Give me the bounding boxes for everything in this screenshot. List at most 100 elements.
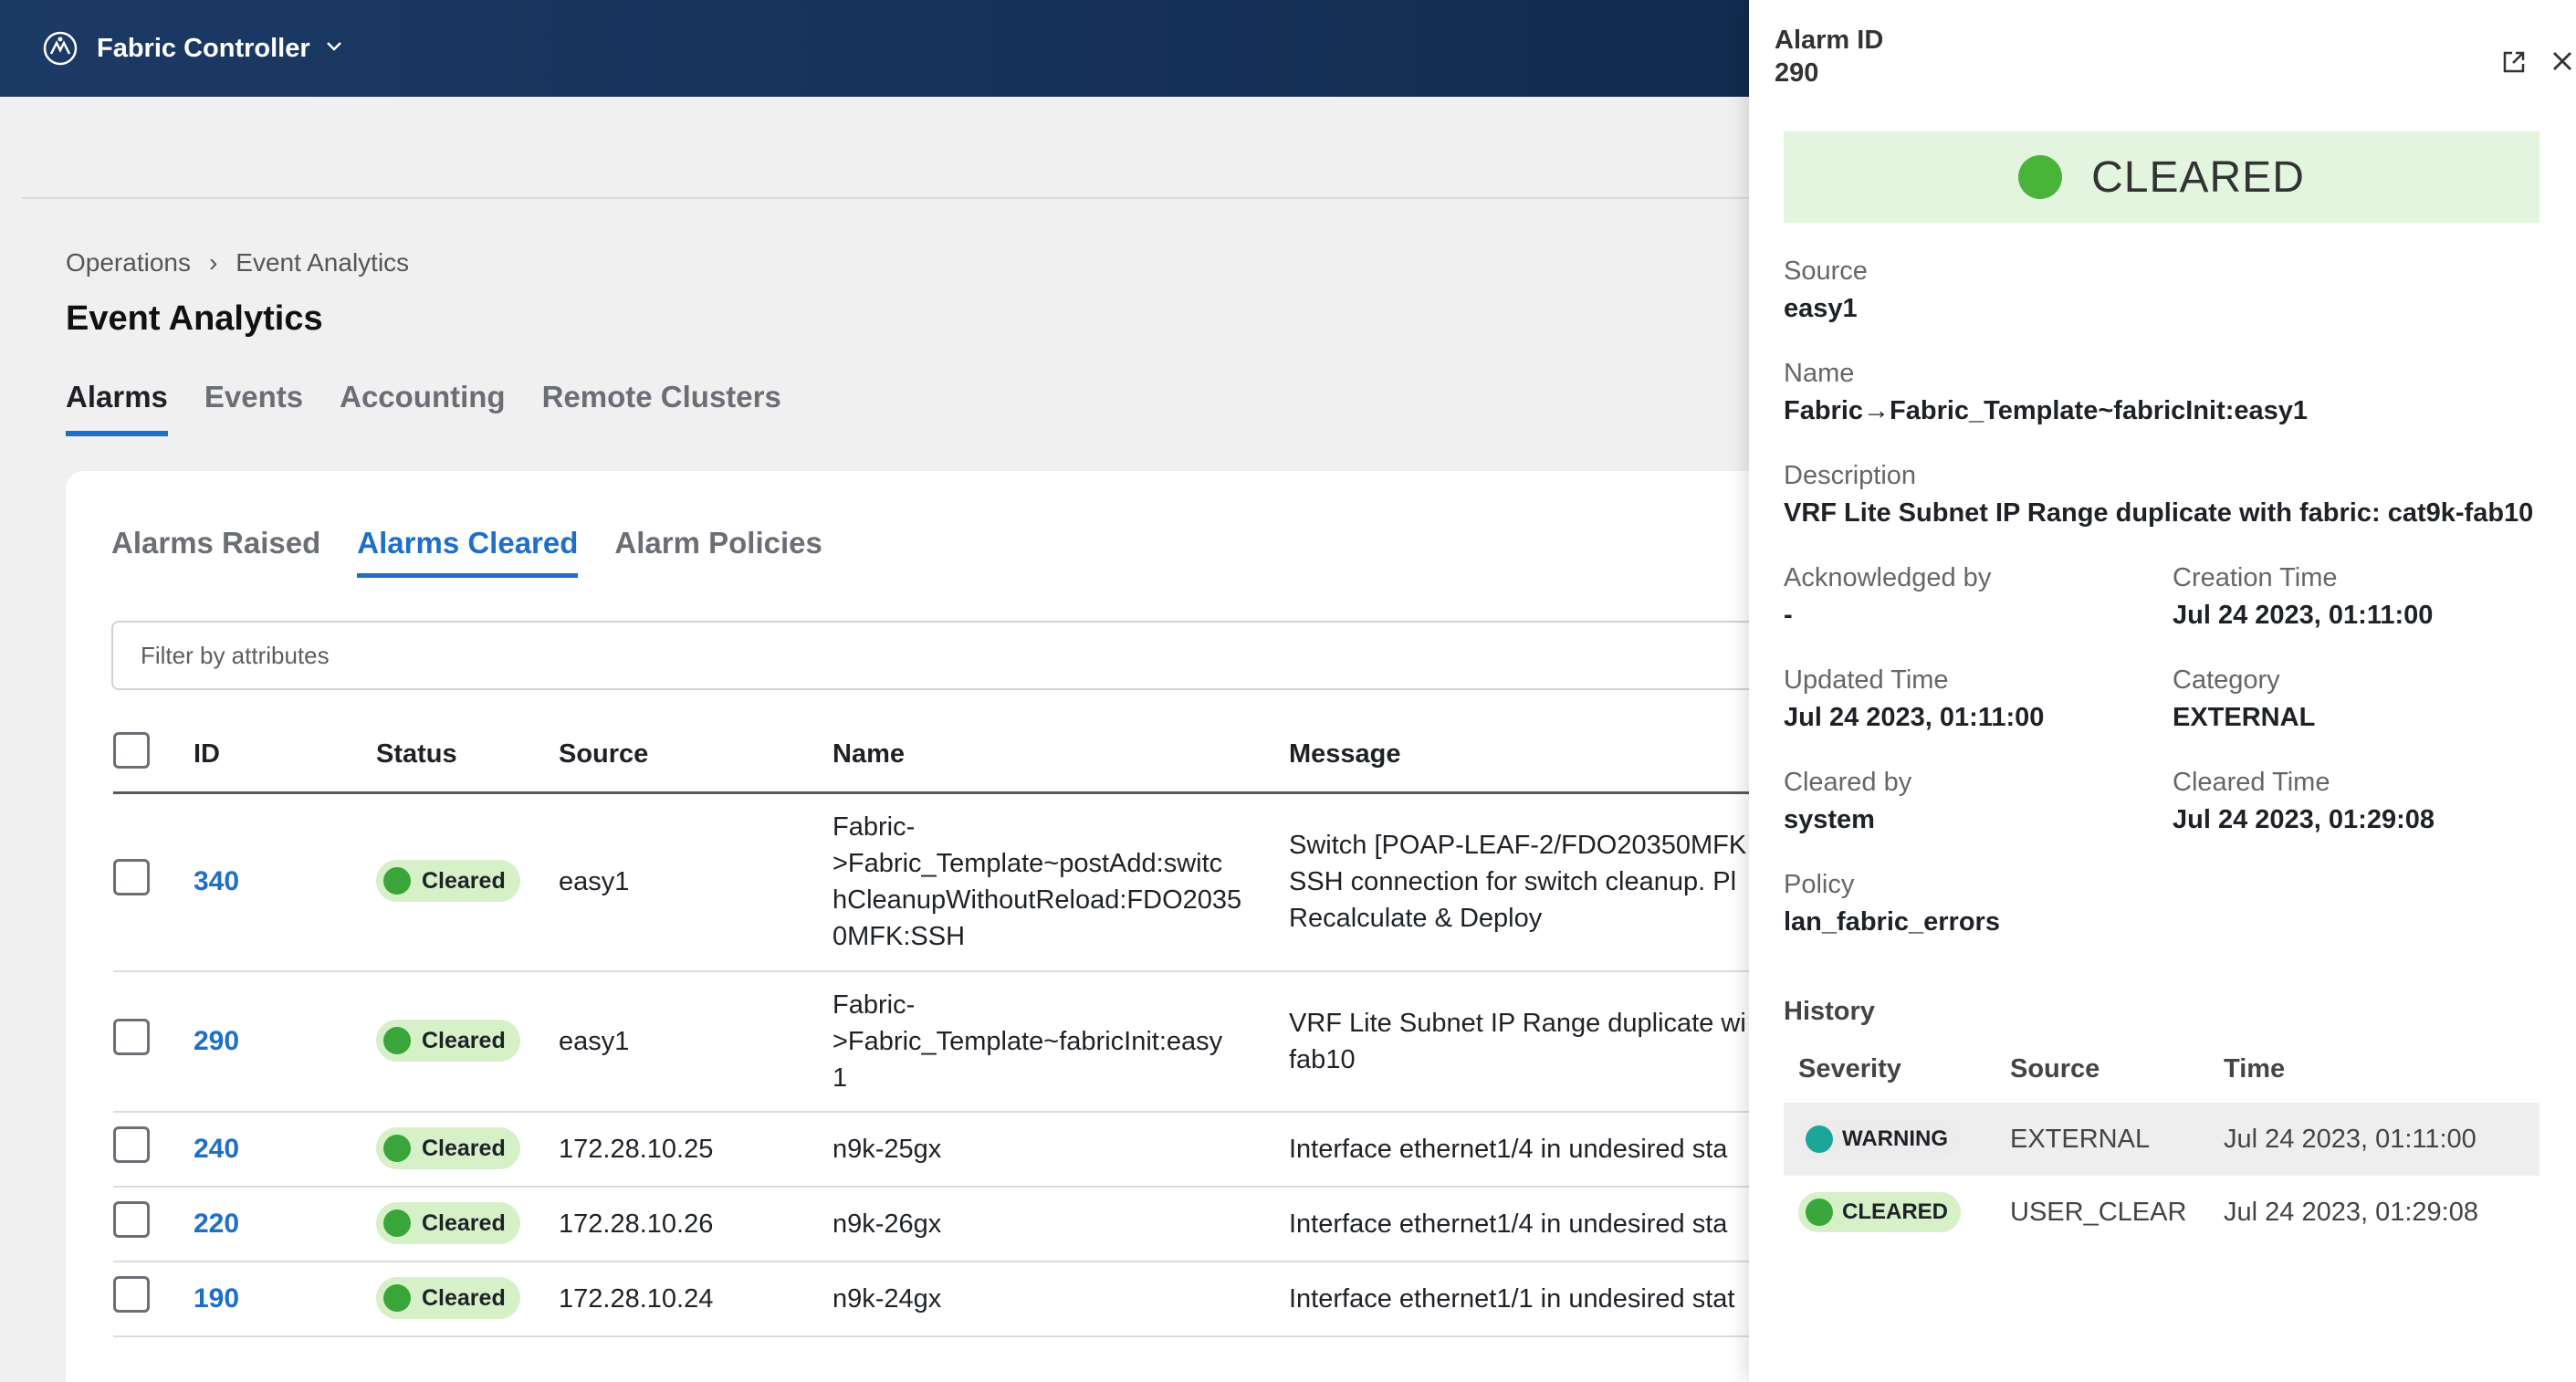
severity-text: WARNING xyxy=(1842,1125,1948,1151)
col-id[interactable]: ID xyxy=(194,717,376,794)
alarm-id-header: Alarm ID 290 xyxy=(1775,24,1883,89)
select-all-checkbox[interactable] xyxy=(113,732,150,770)
cleared-time-value: Jul 24 2023, 01:29:08 xyxy=(2173,805,2435,834)
name-label: Name xyxy=(1784,359,1855,388)
message-line: Switch [POAP-LEAF-2/FDO20350MFK xyxy=(1289,831,1747,861)
message-cell: Interface ethernet1/4 in undesired sta xyxy=(1289,1209,1728,1239)
severity-text: CLEARED xyxy=(1842,1199,1949,1224)
table-row[interactable]: 340 Cleared easy1 Fabric- >Fabric_Templa… xyxy=(113,792,1811,972)
alarm-id-link[interactable]: 220 xyxy=(194,1209,239,1239)
policy-label: Policy xyxy=(1784,870,1855,899)
tab-accounting[interactable]: Accounting xyxy=(340,380,505,436)
name-cell: Fabric- >Fabric_Template~postAdd:switc h… xyxy=(832,792,1289,972)
breadcrumb: Operations › Event Analytics xyxy=(66,248,409,277)
history-col-source: Source xyxy=(2010,1053,2100,1084)
col-message[interactable]: Message xyxy=(1289,717,1811,794)
alarm-id-link[interactable]: 290 xyxy=(194,1026,239,1056)
history-col-time: Time xyxy=(2224,1053,2286,1084)
alarm-id-link[interactable]: 240 xyxy=(194,1134,239,1164)
ack-field: Acknowledged by - xyxy=(1784,560,1991,633)
status-text: Cleared xyxy=(422,1209,506,1236)
chevron-down-icon[interactable] xyxy=(325,40,343,58)
message-line: VRF Lite Subnet IP Range duplicate wi xyxy=(1289,1009,1746,1038)
alarm-id-label: Alarm ID xyxy=(1775,26,1884,55)
alarms-table: ID Status Source Name Message 340 Cleare… xyxy=(113,717,1811,1337)
table-row[interactable]: 190 Cleared 172.28.10.24 n9k-24gx Interf… xyxy=(113,1262,1811,1337)
cleared-time-field: Cleared Time Jul 24 2023, 01:29:08 xyxy=(2173,765,2435,838)
source-cell: easy1 xyxy=(559,792,832,972)
breadcrumb-separator: › xyxy=(208,248,218,277)
source-cell: 172.28.10.25 xyxy=(559,1112,832,1188)
top-bar: Fabric Controller xyxy=(0,0,1749,97)
filter-input[interactable]: Filter by attributes xyxy=(111,621,1809,690)
source-cell: easy1 xyxy=(559,971,832,1113)
fabric-logo-icon xyxy=(40,28,80,68)
alarm-id-link[interactable]: 340 xyxy=(194,866,239,896)
creation-time-value: Jul 24 2023, 01:11:00 xyxy=(2173,601,2434,630)
cleared-dot-icon xyxy=(383,1283,411,1312)
tab-events[interactable]: Events xyxy=(204,380,303,436)
row-checkbox[interactable] xyxy=(113,1200,150,1238)
row-checkbox[interactable] xyxy=(113,858,150,895)
tab-alarm-policies[interactable]: Alarm Policies xyxy=(614,526,822,578)
tab-alarms-cleared[interactable]: Alarms Cleared xyxy=(357,526,579,578)
message-line: SSH connection for switch cleanup. Pl xyxy=(1289,867,1737,897)
source-field: Source easy1 xyxy=(1784,254,1868,327)
row-checkbox[interactable] xyxy=(113,1125,150,1163)
source-label: Source xyxy=(1784,257,1868,286)
col-status[interactable]: Status xyxy=(376,717,559,794)
message-cell: Interface ethernet1/1 in undesired stat xyxy=(1289,1284,1735,1314)
tab-remote-clusters[interactable]: Remote Clusters xyxy=(542,380,781,436)
cleared-dot-icon xyxy=(1806,1198,1833,1226)
panel-actions xyxy=(2499,47,2576,81)
name-line: hCleanupWithoutReload:FDO2035 xyxy=(832,885,1242,916)
cleared-dot-icon xyxy=(383,866,411,895)
app-title[interactable]: Fabric Controller xyxy=(97,34,310,64)
name-line: 1 xyxy=(832,1063,848,1093)
ack-value: - xyxy=(1784,601,1793,630)
tab-alarms-raised[interactable]: Alarms Raised xyxy=(111,526,320,578)
sub-tabs: Alarms Raised Alarms Cleared Alarm Polic… xyxy=(111,526,822,578)
alarm-detail-panel: Alarm ID 290 CLEARED Source easy1 Name F… xyxy=(1749,0,2576,1382)
name-field: Name Fabric→Fabric_Template~fabricInit:e… xyxy=(1784,356,2308,429)
status-badge: Cleared xyxy=(376,1126,520,1169)
description-value: VRF Lite Subnet IP Range duplicate with … xyxy=(1784,498,2534,528)
description-field: Description VRF Lite Subnet IP Range dup… xyxy=(1784,458,2533,531)
table-row[interactable]: 290 Cleared easy1 Fabric- >Fabric_Templa… xyxy=(113,971,1811,1113)
name-cell: Fabric- >Fabric_Template~fabricInit:easy… xyxy=(832,971,1289,1113)
status-badge: Cleared xyxy=(376,1276,520,1319)
breadcrumb-operations[interactable]: Operations xyxy=(66,248,191,277)
status-banner: CLEARED xyxy=(1784,131,2539,223)
status-text: Cleared xyxy=(422,1135,506,1161)
status-text: Cleared xyxy=(422,867,506,894)
severity-badge: CLEARED xyxy=(1798,1191,1962,1232)
message-line: Recalculate & Deploy xyxy=(1289,904,1543,934)
alarm-id-link[interactable]: 190 xyxy=(194,1283,239,1314)
status-badge: Cleared xyxy=(376,1019,520,1062)
breadcrumb-event-analytics[interactable]: Event Analytics xyxy=(236,248,409,277)
cleared-by-field: Cleared by system xyxy=(1784,765,1911,838)
col-source[interactable]: Source xyxy=(559,717,832,794)
close-icon[interactable] xyxy=(2549,47,2576,81)
table-row[interactable]: 240 Cleared 172.28.10.25 n9k-25gx Interf… xyxy=(113,1112,1811,1188)
history-source: EXTERNAL xyxy=(1995,1103,2209,1176)
status-text: Cleared xyxy=(422,1284,506,1311)
status-banner-text: CLEARED xyxy=(2091,152,2305,202)
col-name[interactable]: Name xyxy=(832,717,1289,794)
category-field: Category EXTERNAL xyxy=(2173,663,2315,736)
updated-time-label: Updated Time xyxy=(1784,665,1949,695)
row-checkbox[interactable] xyxy=(113,1018,150,1055)
ack-label: Acknowledged by xyxy=(1784,563,1992,592)
name-line: >Fabric_Template~postAdd:switc xyxy=(832,849,1223,879)
open-external-icon[interactable] xyxy=(2499,47,2529,81)
history-title: History xyxy=(1784,997,1875,1026)
table-row[interactable]: 220 Cleared 172.28.10.26 n9k-26gx Interf… xyxy=(113,1187,1811,1262)
row-checkbox[interactable] xyxy=(113,1275,150,1313)
severity-badge: WARNING xyxy=(1798,1118,1961,1159)
source-cell: 172.28.10.26 xyxy=(559,1187,832,1262)
tab-alarms[interactable]: Alarms xyxy=(66,380,168,436)
cleared-dot-icon xyxy=(383,1026,411,1054)
creation-time-field: Creation Time Jul 24 2023, 01:11:00 xyxy=(2173,560,2433,633)
message-cell: Switch [POAP-LEAF-2/FDO20350MFK SSH conn… xyxy=(1289,792,1811,972)
status-text: Cleared xyxy=(422,1027,506,1053)
